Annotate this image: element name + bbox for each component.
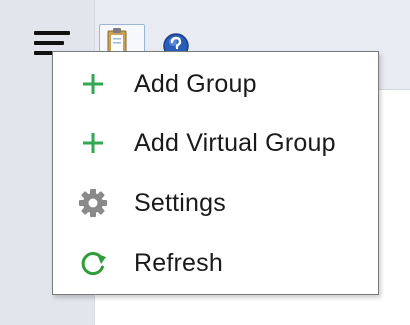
menu-item-add-group[interactable]: Add Group bbox=[53, 56, 378, 112]
plus-icon bbox=[78, 128, 108, 158]
dropdown-menu: Add Group Add Virtual Group Settings Ref… bbox=[52, 51, 379, 295]
menu-item-add-virtual-group[interactable]: Add Virtual Group bbox=[53, 115, 378, 171]
menu-item-settings[interactable]: Settings bbox=[53, 175, 378, 231]
menu-item-label: Add Virtual Group bbox=[134, 128, 336, 157]
menu-item-label: Add Group bbox=[134, 69, 257, 98]
menu-item-label: Refresh bbox=[134, 248, 223, 277]
app-window: Add Group Add Virtual Group Settings Ref… bbox=[0, 0, 410, 325]
menu-item-refresh[interactable]: Refresh bbox=[53, 235, 378, 291]
refresh-icon bbox=[78, 248, 108, 278]
hamburger-line bbox=[34, 31, 70, 35]
menu-item-label: Settings bbox=[134, 188, 226, 217]
gear-icon bbox=[78, 188, 108, 218]
hamburger-line bbox=[34, 41, 64, 45]
plus-icon bbox=[78, 69, 108, 99]
